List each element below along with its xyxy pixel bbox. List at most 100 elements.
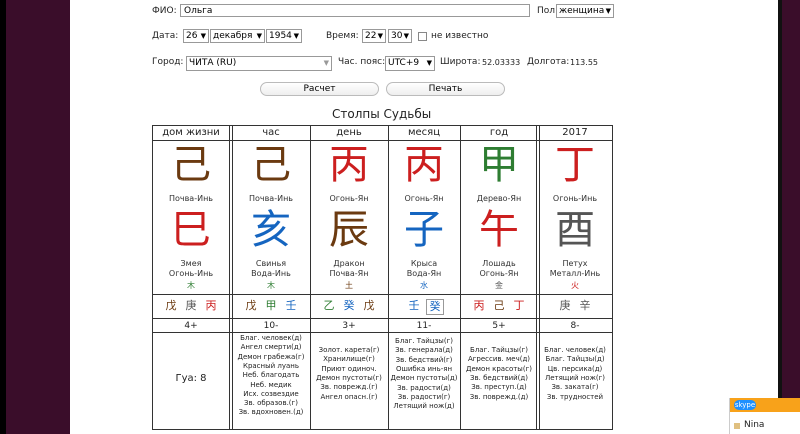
star-item: Демон красоты(г) xyxy=(466,364,532,373)
calculate-button[interactable]: Расчет xyxy=(260,82,379,96)
pillar-header: месяц xyxy=(407,127,441,138)
hour-value: 22 xyxy=(365,31,377,41)
tz-label: Час. пояс: xyxy=(338,57,386,67)
star-item: Неб. благодать xyxy=(242,371,300,380)
star-item: Красный луань xyxy=(242,361,300,370)
element-char: 木 xyxy=(187,281,195,290)
branch-element: Вода-Ян xyxy=(406,269,442,278)
chevron-down-icon: ▼ xyxy=(200,32,206,40)
star-item: Ошибка инь-ян xyxy=(395,364,453,373)
print-button[interactable]: Печать xyxy=(386,82,505,96)
star-item: Ангел опасн.(г) xyxy=(320,392,378,401)
city-select[interactable]: ЧИТА (RU) ▼ xyxy=(186,56,332,71)
skype-contact-name[interactable]: Nina xyxy=(744,420,764,430)
earthly-branch: 巳 xyxy=(171,207,211,253)
chevron-down-icon: ▼ xyxy=(426,59,432,67)
pillar-header: день xyxy=(336,127,362,138)
hidden-stem: 庚 xyxy=(185,299,197,312)
hidden-stem: 己 xyxy=(493,299,505,312)
heavenly-stem: 丙 xyxy=(404,142,444,188)
star-item: Хранилище(г) xyxy=(323,355,375,364)
earthly-branch: 酉 xyxy=(555,207,595,253)
city-label: Город: xyxy=(152,57,184,67)
pillar-number: 3+ xyxy=(342,321,356,331)
hidden-stem: 丙 xyxy=(205,299,217,312)
star-item: Летящий нож(д) xyxy=(393,402,455,411)
branch-element: Огонь-Ян xyxy=(479,269,519,278)
star-item: Демон пустоты(д) xyxy=(390,374,458,383)
chevron-down-icon: ▼ xyxy=(256,32,262,40)
star-item: Зв. генерала(д) xyxy=(395,346,453,355)
star-item: Зв. бедствий(г) xyxy=(395,355,453,364)
minute-select[interactable]: 30 ▼ xyxy=(388,29,412,43)
hidden-stem: 壬 xyxy=(285,299,297,312)
star-item: Ангел смерти(д) xyxy=(240,343,302,352)
branch-animal: Лошадь xyxy=(482,259,516,268)
chevron-down-icon: ▼ xyxy=(293,32,299,40)
branch-element: Вода-Инь xyxy=(251,269,291,278)
gua-number: Гуа: 8 xyxy=(175,373,207,384)
star-item: Агрессив. меч(д) xyxy=(467,355,531,364)
grid-hline xyxy=(152,294,613,295)
pillar-header: 2017 xyxy=(562,127,588,138)
star-item: Зв. вдохновен.(д) xyxy=(238,408,304,417)
day-select[interactable]: 26 ▼ xyxy=(183,29,209,43)
lon-value: 113.55 xyxy=(570,58,598,67)
heavenly-stem: 丙 xyxy=(329,142,369,188)
grid-hline xyxy=(152,318,613,319)
heavenly-stem: 甲 xyxy=(479,142,519,188)
star-item: Демон пустоты(г) xyxy=(316,373,382,382)
earthly-branch: 午 xyxy=(479,207,519,253)
lat-label: Широта: xyxy=(440,57,481,67)
date-label: Дата: xyxy=(152,31,179,41)
star-item: Летящий нож(г) xyxy=(544,373,606,382)
day-value: 26 xyxy=(186,31,198,41)
hidden-stem: 庚 xyxy=(559,299,571,312)
heavenly-stem: 己 xyxy=(171,142,211,188)
earthly-branch: 辰 xyxy=(329,207,369,253)
month-select[interactable]: декабря ▼ xyxy=(210,29,265,43)
element-char: 金 xyxy=(495,281,503,290)
grid-hline xyxy=(152,140,613,141)
skype-notification[interactable]: skype Nina xyxy=(729,398,800,434)
branch-animal: Петух xyxy=(562,259,588,268)
stem-name: Огонь-Ян xyxy=(329,194,369,203)
stem-name: Почва-Инь xyxy=(248,194,294,203)
branch-element: Почва-Ян xyxy=(329,269,369,278)
stem-name: Огонь-Инь xyxy=(552,194,598,203)
year-select[interactable]: 1954 ▼ xyxy=(266,29,302,43)
gender-label: Пол: xyxy=(537,6,559,16)
star-item: Зв. радости(г) xyxy=(397,392,451,401)
gender-select[interactable]: женщина ▼ xyxy=(556,4,614,18)
star-item: Исх. созвездие xyxy=(243,389,299,398)
branch-element: Металл-Инь xyxy=(549,269,601,278)
pillars-title: Столпы Судьбы xyxy=(332,107,432,121)
pillar-number: 8- xyxy=(570,321,580,331)
tz-select[interactable]: UTC+9 ▼ xyxy=(385,56,435,71)
hidden-stem: 辛 xyxy=(579,299,591,312)
hidden-stem: 癸 xyxy=(343,299,355,312)
element-char: 土 xyxy=(345,281,353,290)
lat-value: 52.03333 xyxy=(482,58,521,67)
element-char: 水 xyxy=(420,281,428,290)
unknown-time-checkbox[interactable] xyxy=(418,32,427,41)
branch-animal: Дракон xyxy=(333,259,365,268)
unknown-time-label: не известно xyxy=(431,31,489,41)
pillar-header: год xyxy=(489,127,509,138)
skype-header: skype xyxy=(730,398,800,412)
star-item: Зв. трудностей xyxy=(546,392,604,401)
element-char: 火 xyxy=(571,281,579,290)
tz-value: UTC+9 xyxy=(388,58,420,68)
star-item: Благ. человек(д) xyxy=(544,346,606,354)
skype-logo: skype xyxy=(734,400,756,410)
star-item: Зв. преступ.(д) xyxy=(471,383,527,392)
city-value: ЧИТА (RU) xyxy=(189,58,237,68)
fio-input[interactable]: Ольга xyxy=(180,4,530,17)
pillar-number: 4+ xyxy=(184,321,198,331)
grid-hline xyxy=(152,125,613,126)
pillar-header: час xyxy=(262,127,280,138)
star-item: Зв. бедствий(д) xyxy=(470,373,528,382)
star-item: Зв. радости(д) xyxy=(397,383,451,392)
grid-hline xyxy=(152,332,613,333)
hour-select[interactable]: 22 ▼ xyxy=(362,29,386,43)
